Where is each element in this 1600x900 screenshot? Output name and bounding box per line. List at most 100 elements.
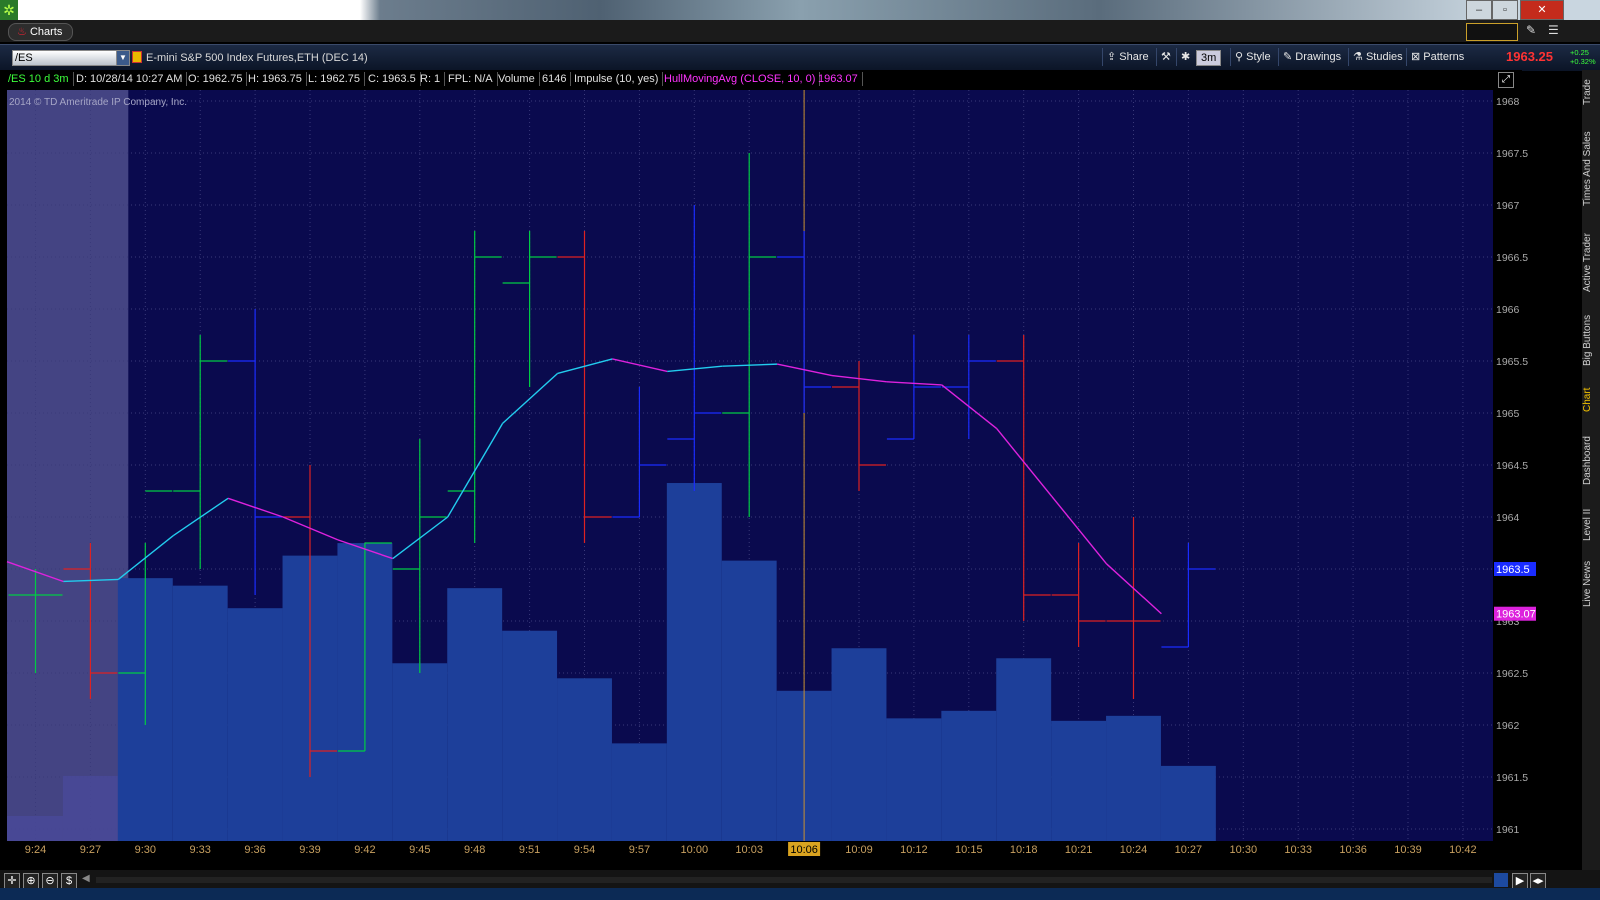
zoom-in-button[interactable]: ⊕ <box>23 873 39 889</box>
time-tick-label: 9:54 <box>574 844 595 856</box>
zoom-out-icon: ⊖ <box>45 875 55 887</box>
price-scale-button[interactable]: $ <box>61 873 77 889</box>
time-tick-label: 10:42 <box>1449 844 1477 856</box>
sidebar-tab-active-trader[interactable]: Active Trader <box>1582 226 1600 300</box>
volume-bar <box>172 585 228 841</box>
patterns-button[interactable]: ⊠ Patterns <box>1406 48 1468 66</box>
volume-bar <box>1160 765 1216 841</box>
draw-tool-button[interactable]: ⚒ <box>1156 48 1175 66</box>
sidebar-tab-trade[interactable]: Trade <box>1582 72 1600 112</box>
settings-button[interactable]: ✱ <box>1176 48 1194 66</box>
price-tick-label: 1968 <box>1496 96 1520 108</box>
share-button[interactable]: ⇪ Share <box>1102 48 1153 66</box>
crosshair-icon: ✛ <box>7 875 17 887</box>
expand-horizontal-button[interactable]: ◂▸ <box>1530 873 1546 889</box>
minimize-button[interactable]: – <box>1466 0 1492 20</box>
info-fpl: FPL: N/A <box>444 72 498 86</box>
link-flag-icon[interactable] <box>132 51 142 63</box>
patterns-label: Patterns <box>1423 51 1465 63</box>
restore-button[interactable]: ▫ <box>1492 0 1518 20</box>
time-tick-label: 9:30 <box>135 844 156 856</box>
symbol-dropdown-icon[interactable]: ▼ <box>116 50 130 66</box>
time-tick-label: 10:00 <box>681 844 709 856</box>
volume-bar <box>62 775 118 841</box>
volume-bar <box>666 483 722 841</box>
sidebar-tab-big-buttons[interactable]: Big Buttons <box>1582 308 1600 372</box>
price-tick-label: 1961 <box>1496 824 1520 836</box>
price-tick-label: 1961.5 <box>1496 772 1528 784</box>
charts-icon: ♨ <box>17 26 27 38</box>
price-tick-label: 1964 <box>1496 512 1520 524</box>
pencil-icon: ✎ <box>1283 51 1293 63</box>
info-hull: HullMovingAvg (CLOSE, 10, 0) <box>660 72 821 86</box>
crosshair-button[interactable]: ✛ <box>4 873 20 889</box>
percent-change: +0.32% <box>1570 57 1596 66</box>
expand-chart-icon[interactable]: ⤢ <box>1498 72 1514 88</box>
close-button[interactable]: ✕ <box>1520 0 1564 20</box>
share-icon: ⇪ <box>1107 51 1117 63</box>
symbol-input[interactable]: /ES <box>12 50 120 66</box>
time-tick-label: 9:27 <box>80 844 101 856</box>
price-tick-label: 1966.5 <box>1496 252 1528 264</box>
volume-bar <box>502 630 558 841</box>
sidebar-tab-dashboard[interactable]: Dashboard <box>1582 428 1600 494</box>
zoom-in-icon: ⊕ <box>26 875 36 887</box>
volume-bar <box>996 658 1052 841</box>
price-tick-label: 1962.5 <box>1496 668 1528 680</box>
tab-charts[interactable]: ♨ Charts <box>8 23 74 41</box>
patterns-icon: ⊠ <box>1411 51 1421 63</box>
time-tick-label: 10:33 <box>1284 844 1312 856</box>
price-tick-label: 1967.5 <box>1496 148 1528 160</box>
scrollbar-thumb[interactable] <box>1494 873 1508 887</box>
style-button[interactable]: ⚲ Style <box>1230 48 1275 66</box>
symbol-description: E-mini S&P 500 Index Futures,ETH (DEC 14… <box>146 52 368 64</box>
volume-bar <box>721 560 777 841</box>
dollar-icon: $ <box>65 875 73 887</box>
price-tick-label: 1962 <box>1496 720 1520 732</box>
price-chart[interactable]: 1968 1967.5 1967 1966.5 1966 1965.5 1965 1964.5… <box>0 88 1582 870</box>
volume-bar <box>7 815 63 841</box>
wrench-icon: ✱ <box>1181 51 1191 63</box>
info-volume: 6146 <box>538 72 572 86</box>
scroll-right-button[interactable]: ▶ <box>1512 873 1528 889</box>
scroll-left-icon[interactable]: ◀ <box>82 873 90 884</box>
time-tick-label: 10:18 <box>1010 844 1038 856</box>
period-button[interactable]: 3m <box>1196 50 1222 66</box>
sidebar-tab-chart[interactable]: Chart <box>1582 380 1600 420</box>
price-tick-label: 1967 <box>1496 200 1520 212</box>
info-high: H: 1963.75 <box>244 72 307 86</box>
zoom-out-button[interactable]: ⊖ <box>42 873 58 889</box>
style-label: Style <box>1246 51 1271 63</box>
time-tick-label: 10:36 <box>1339 844 1367 856</box>
price-tick-label: 1966 <box>1496 304 1520 316</box>
price-tick-label: 1965 <box>1496 408 1520 420</box>
pin-icon[interactable]: ✎ <box>1526 23 1536 37</box>
horizontal-scrollbar[interactable] <box>96 877 1492 883</box>
drawings-label: Drawings <box>1295 51 1342 63</box>
copyright-text: 2014 © TD Ameritrade IP Company, Inc. <box>9 97 188 108</box>
time-tick-label: 10:39 <box>1394 844 1422 856</box>
time-tick-label: 9:24 <box>25 844 46 856</box>
time-tick-label: 9:36 <box>244 844 265 856</box>
volume-bar <box>227 608 283 841</box>
net-change: +0.25 <box>1570 48 1589 57</box>
drawings-button[interactable]: ✎ Drawings <box>1278 48 1345 66</box>
info-date: D: 10/28/14 10:27 AM <box>72 72 188 86</box>
price-label: 1963.5 <box>1496 564 1530 576</box>
sidebar-tab-times-and-sales[interactable]: Times And Sales <box>1582 120 1600 218</box>
time-tick-label: 9:33 <box>189 844 210 856</box>
info-volume-label: Volume <box>494 72 540 86</box>
info-hull-value: 1963.07 <box>814 72 863 86</box>
info-open: O: 1962.75 <box>184 72 248 86</box>
time-tick-label: 10:12 <box>900 844 928 856</box>
sidebar-tab-level-ii[interactable]: Level II <box>1582 502 1600 548</box>
sidebar-tab-live-news[interactable]: Live News <box>1582 556 1600 612</box>
crosshair-time-label: 10:06 <box>790 844 818 856</box>
time-tick-label: 10:15 <box>955 844 983 856</box>
last-price: 1963.25 <box>1506 49 1553 64</box>
studies-button[interactable]: ⚗ Studies <box>1348 48 1407 66</box>
link-color-box[interactable] <box>1466 23 1518 41</box>
studies-label: Studies <box>1365 51 1403 63</box>
time-tick-label: 9:39 <box>299 844 320 856</box>
menu-icon[interactable]: ☰ <box>1548 23 1559 37</box>
